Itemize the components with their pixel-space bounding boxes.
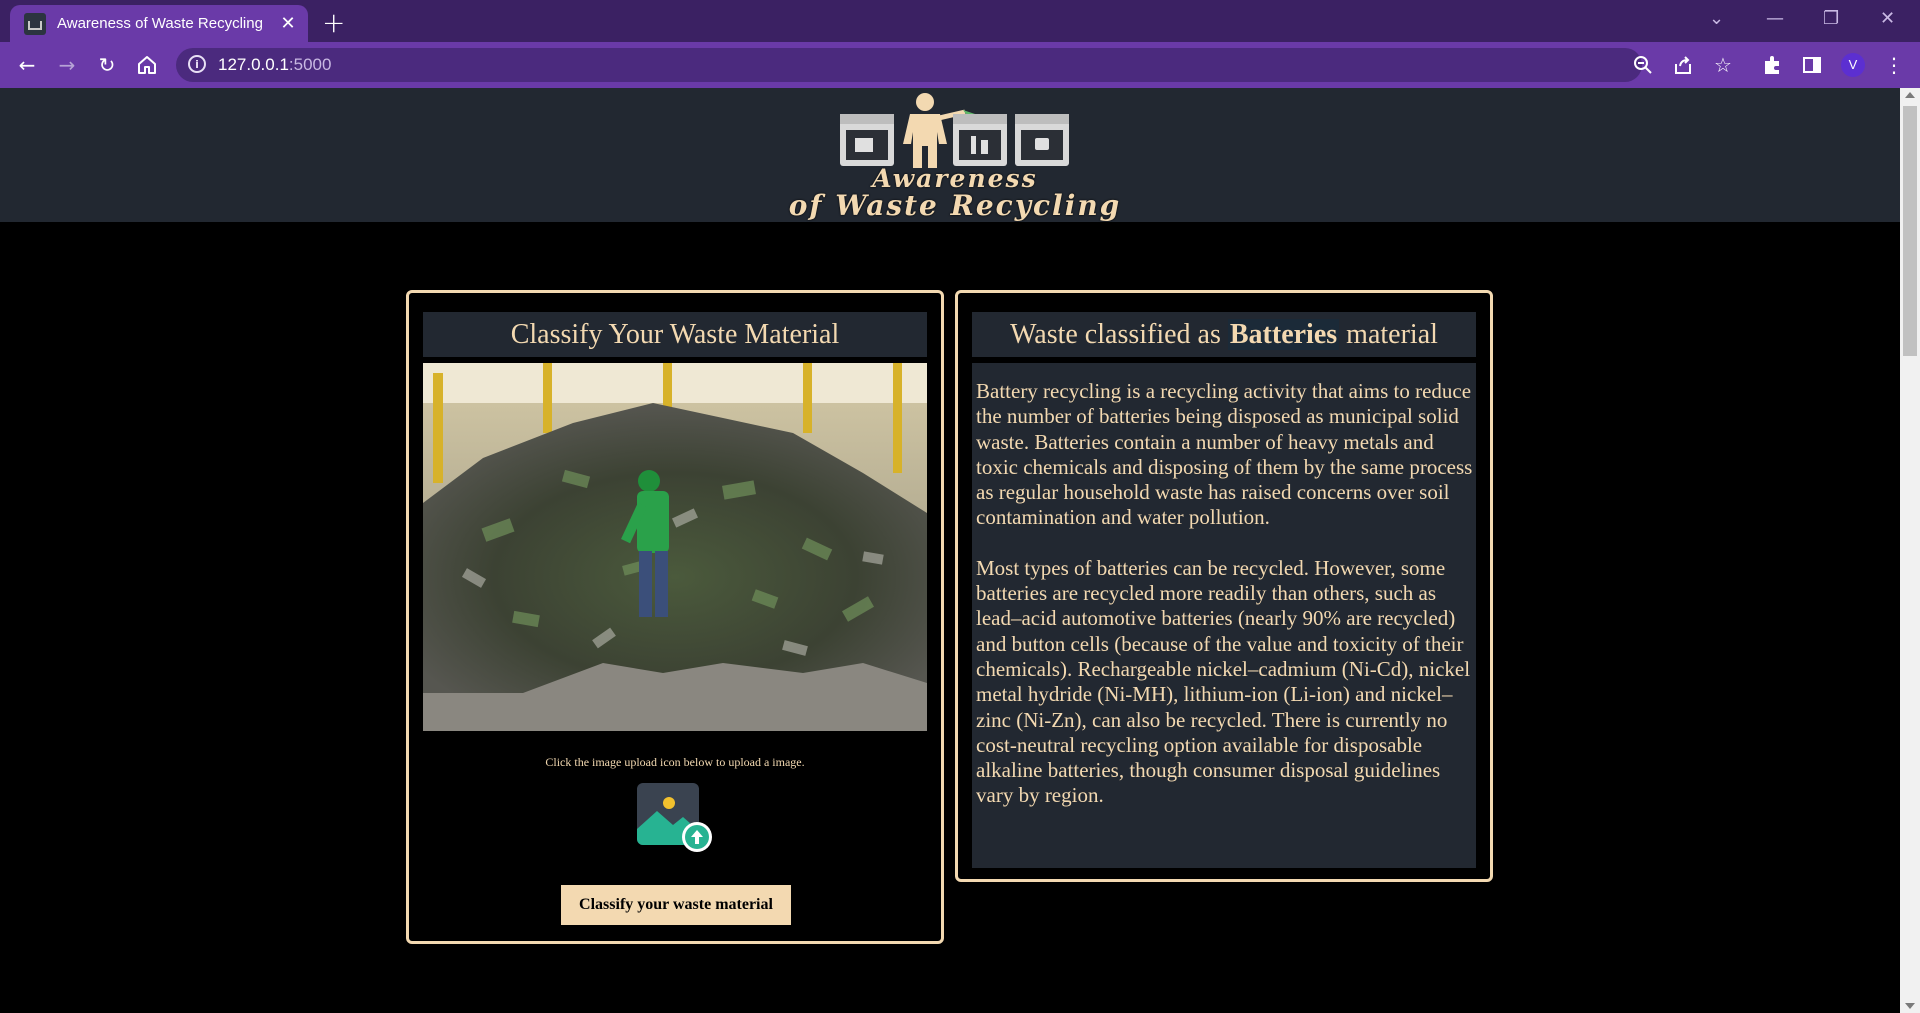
- tab-title: Awareness of Waste Recycling: [57, 15, 263, 32]
- menu-kebab-icon[interactable]: ⋮: [1881, 52, 1907, 78]
- profile-avatar[interactable]: V: [1841, 53, 1865, 77]
- scroll-up-icon[interactable]: [1905, 92, 1915, 98]
- description-paragraph-1: Battery recycling is a recycling activit…: [976, 379, 1473, 530]
- browser-toolbar: ← → ↻ i 127.0.0.1:5000 ☆ V ⋮: [0, 42, 1920, 88]
- classify-panel: Classify Your Waste Material Click the i…: [406, 290, 944, 944]
- back-icon[interactable]: ←: [14, 52, 40, 78]
- classify-panel-title: Classify Your Waste Material: [423, 312, 927, 357]
- classify-button[interactable]: Classify your waste material: [561, 885, 791, 925]
- tab-search-icon[interactable]: ⌄: [1709, 8, 1724, 29]
- reload-icon[interactable]: ↻: [94, 52, 120, 78]
- scrollbar-thumb[interactable]: [1903, 106, 1917, 356]
- share-icon[interactable]: [1670, 52, 1696, 78]
- minimize-icon[interactable]: —: [1766, 8, 1784, 29]
- new-tab-icon[interactable]: +: [322, 6, 345, 39]
- recycling-bins-logo-icon: [840, 93, 1069, 168]
- site-header: Awareness of Waste Recycling: [0, 88, 1900, 222]
- page-viewport: Awareness of Waste Recycling Classify Yo…: [0, 88, 1900, 1013]
- extensions-icon[interactable]: [1759, 52, 1785, 78]
- side-panel-icon[interactable]: [1799, 52, 1825, 78]
- site-info-icon[interactable]: i: [188, 55, 206, 73]
- zoom-icon[interactable]: [1630, 52, 1656, 78]
- scroll-down-icon[interactable]: [1905, 1003, 1915, 1009]
- uploaded-waste-image: [423, 363, 927, 731]
- browser-tab[interactable]: Awareness of Waste Recycling ✕: [10, 5, 308, 42]
- forward-icon[interactable]: →: [54, 52, 80, 78]
- image-upload-icon[interactable]: [637, 783, 713, 853]
- result-panel-title: Waste classified as Batteries material: [972, 312, 1476, 357]
- result-title-prefix: Waste classified as: [1010, 319, 1228, 350]
- bookmark-star-icon[interactable]: ☆: [1710, 52, 1736, 78]
- description-paragraph-2: Most types of batteries can be recycled.…: [976, 555, 1471, 808]
- result-panel: Waste classified as Batteries material B…: [955, 290, 1493, 882]
- site-favicon-icon: [24, 12, 46, 35]
- page-scrollbar[interactable]: [1900, 88, 1920, 1013]
- tab-close-icon[interactable]: ✕: [276, 13, 300, 34]
- window-close-icon[interactable]: ✕: [1880, 8, 1895, 29]
- browser-tab-bar: Awareness of Waste Recycling ✕ + ⌄ — ❐ ✕: [0, 0, 1920, 42]
- address-bar[interactable]: i 127.0.0.1:5000: [176, 48, 1642, 82]
- classified-material-label: Batteries: [1227, 319, 1340, 350]
- home-icon[interactable]: [134, 52, 160, 78]
- url-text[interactable]: 127.0.0.1:5000: [218, 55, 331, 75]
- logo-text-line2: of Waste Recycling: [788, 189, 1122, 222]
- upload-hint-text: Click the image upload icon below to upl…: [545, 755, 805, 769]
- material-description: Battery recycling is a recycling activit…: [972, 363, 1476, 868]
- result-title-suffix: material: [1339, 319, 1438, 350]
- restore-icon[interactable]: ❐: [1823, 8, 1839, 29]
- site-logo: Awareness of Waste Recycling: [725, 92, 1185, 222]
